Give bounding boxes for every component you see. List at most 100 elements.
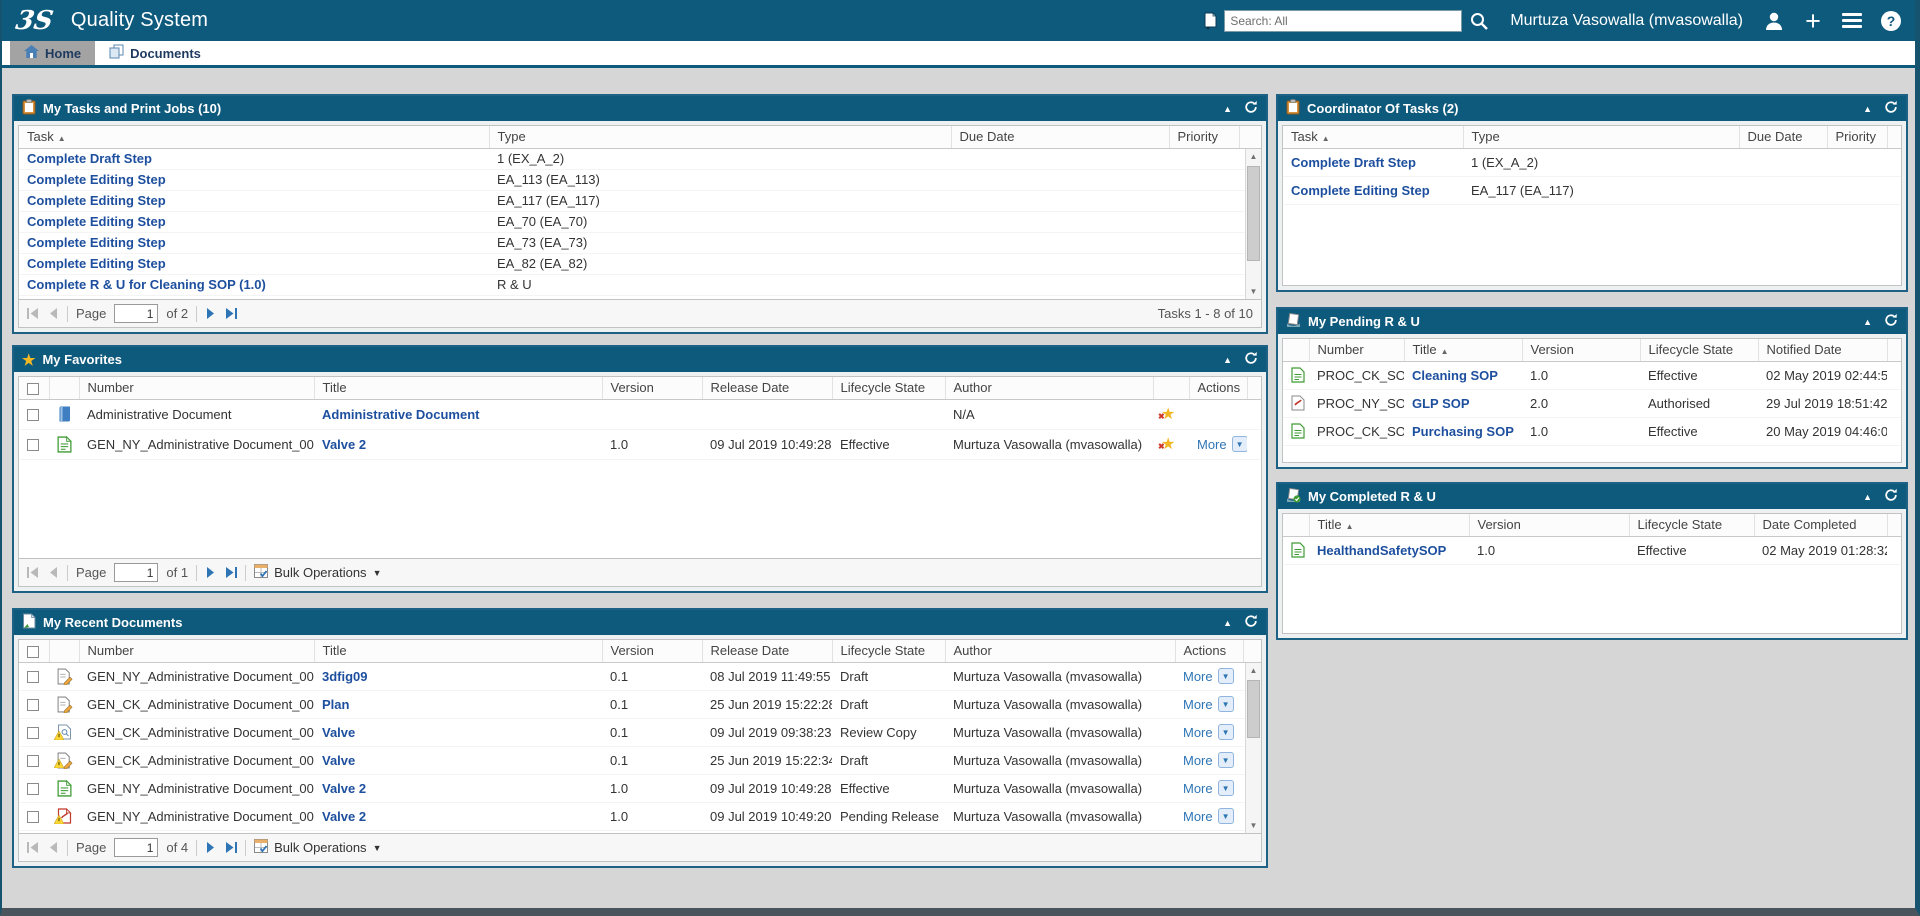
more-dropdown-icon[interactable]: ▼ (1218, 780, 1234, 796)
document-title-link[interactable]: Valve 2 (322, 781, 366, 796)
task-link[interactable]: Complete Editing Step (27, 256, 166, 271)
col-number[interactable]: Number (1309, 339, 1404, 361)
document-title-link[interactable]: Cleaning SOP (1412, 368, 1498, 383)
col-release-date[interactable]: Release Date (702, 377, 832, 399)
bulk-operations-button[interactable]: Bulk Operations ▼ (254, 839, 381, 856)
task-link[interactable]: Complete Editing Step (27, 193, 166, 208)
col-number[interactable]: Number (79, 377, 314, 399)
col-type[interactable]: Type (1463, 126, 1739, 148)
more-dropdown-icon[interactable]: ▼ (1218, 808, 1234, 824)
col-number[interactable]: Number (79, 640, 314, 662)
document-title-link[interactable]: HealthandSafetySOP (1317, 543, 1446, 558)
document-title-link[interactable]: Valve (322, 753, 355, 768)
search-context-icon[interactable] (1203, 12, 1219, 30)
col-priority[interactable]: Priority (1827, 126, 1887, 148)
row-checkbox[interactable] (27, 409, 39, 421)
last-page-button[interactable] (224, 567, 237, 578)
first-page-button[interactable] (27, 567, 40, 578)
select-all-checkbox[interactable] (27, 646, 39, 658)
task-link[interactable]: Complete Draft Step (1291, 155, 1416, 170)
document-title-link[interactable]: Administrative Document (322, 407, 479, 422)
tab-documents[interactable]: Documents (95, 41, 215, 65)
more-link[interactable]: More (1183, 725, 1213, 740)
document-title-link[interactable]: Plan (322, 697, 349, 712)
scroll-up-icon[interactable]: ▲ (1246, 149, 1261, 164)
col-notified-date[interactable]: Notified Date (1758, 339, 1887, 361)
col-title[interactable]: Title▲ (1309, 514, 1469, 536)
next-page-button[interactable] (205, 842, 216, 853)
scroll-up-icon[interactable]: ▲ (1246, 663, 1261, 678)
more-link[interactable]: More (1183, 781, 1213, 796)
prev-page-button[interactable] (48, 842, 59, 853)
remove-favorite-icon[interactable]: ★✖ (1161, 438, 1175, 452)
task-link[interactable]: Complete R & U for Cleaning SOP (1.0) (27, 277, 266, 292)
document-title-link[interactable]: Purchasing SOP (1412, 424, 1514, 439)
task-link[interactable]: Complete Editing Step (27, 172, 166, 187)
document-title-link[interactable]: GLP SOP (1412, 396, 1470, 411)
next-page-button[interactable] (205, 308, 216, 319)
collapse-icon[interactable]: ▲ (1863, 317, 1872, 327)
row-checkbox[interactable] (27, 755, 39, 767)
more-dropdown-icon[interactable]: ▼ (1218, 724, 1234, 740)
last-page-button[interactable] (224, 842, 237, 853)
col-lifecycle-state[interactable]: Lifecycle State (1629, 514, 1754, 536)
scroll-down-icon[interactable]: ▼ (1246, 284, 1261, 299)
col-due-date[interactable]: Due Date (1739, 126, 1827, 148)
select-all-checkbox[interactable] (27, 383, 39, 395)
collapse-icon[interactable]: ▲ (1223, 355, 1232, 365)
col-version[interactable]: Version (602, 377, 702, 399)
more-link[interactable]: More (1183, 809, 1213, 824)
col-title[interactable]: Title▲ (1404, 339, 1522, 361)
document-title-link[interactable]: Valve (322, 725, 355, 740)
task-link[interactable]: Complete Draft Step (27, 151, 152, 166)
task-link[interactable]: Complete Editing Step (1291, 183, 1430, 198)
more-link[interactable]: More (1183, 669, 1213, 684)
user-name[interactable]: Murtuza Vasowalla (mvasowalla) (1510, 12, 1743, 30)
menu-icon[interactable] (1840, 9, 1864, 33)
bulk-operations-button[interactable]: Bulk Operations ▼ (254, 564, 381, 581)
scrollbar[interactable]: ▲ ▼ (1245, 149, 1261, 299)
col-version[interactable]: Version (602, 640, 702, 662)
refresh-icon[interactable] (1244, 351, 1258, 368)
more-dropdown-icon[interactable]: ▼ (1232, 436, 1247, 452)
more-dropdown-icon[interactable]: ▼ (1218, 696, 1234, 712)
next-page-button[interactable] (205, 567, 216, 578)
col-priority[interactable]: Priority (1169, 126, 1239, 148)
first-page-button[interactable] (27, 842, 40, 853)
help-icon[interactable]: ? (1879, 9, 1903, 33)
col-version[interactable]: Version (1469, 514, 1629, 536)
col-version[interactable]: Version (1522, 339, 1640, 361)
search-icon[interactable] (1467, 9, 1491, 33)
tab-home[interactable]: Home (10, 41, 95, 65)
col-title[interactable]: Title (314, 640, 602, 662)
refresh-icon[interactable] (1884, 313, 1898, 330)
more-link[interactable]: More (1183, 697, 1213, 712)
more-dropdown-icon[interactable]: ▼ (1218, 668, 1234, 684)
page-input[interactable] (114, 838, 158, 857)
col-due-date[interactable]: Due Date (951, 126, 1169, 148)
page-input[interactable] (114, 304, 158, 323)
task-link[interactable]: Complete Editing Step (27, 235, 166, 250)
refresh-icon[interactable] (1884, 100, 1898, 117)
more-dropdown-icon[interactable]: ▼ (1218, 752, 1234, 768)
col-type[interactable]: Type (489, 126, 951, 148)
col-title[interactable]: Title (314, 377, 602, 399)
page-input[interactable] (114, 563, 158, 582)
scroll-down-icon[interactable]: ▼ (1246, 818, 1261, 833)
col-date-completed[interactable]: Date Completed (1754, 514, 1887, 536)
last-page-button[interactable] (224, 308, 237, 319)
remove-favorite-icon[interactable]: ★✖ (1161, 408, 1175, 422)
prev-page-button[interactable] (48, 308, 59, 319)
col-task[interactable]: Task▲ (19, 126, 489, 148)
more-link[interactable]: More (1183, 753, 1213, 768)
prev-page-button[interactable] (48, 567, 59, 578)
row-checkbox[interactable] (27, 439, 39, 451)
row-checkbox[interactable] (27, 671, 39, 683)
task-link[interactable]: Complete Editing Step (27, 214, 166, 229)
col-lifecycle-state[interactable]: Lifecycle State (1640, 339, 1758, 361)
document-title-link[interactable]: 3dfig09 (322, 669, 368, 684)
add-icon[interactable]: + (1801, 9, 1825, 33)
row-checkbox[interactable] (27, 811, 39, 823)
refresh-icon[interactable] (1244, 614, 1258, 631)
col-lifecycle-state[interactable]: Lifecycle State (832, 377, 945, 399)
